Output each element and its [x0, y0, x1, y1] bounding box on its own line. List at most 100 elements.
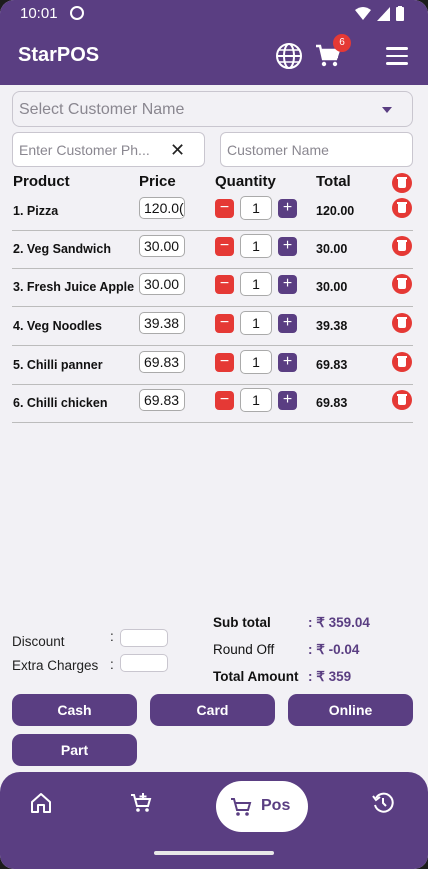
product-name: 4. Veg Noodles	[13, 319, 102, 333]
increment-button[interactable]: +	[278, 275, 297, 294]
history-icon[interactable]	[372, 792, 394, 814]
line-total: 30.00	[316, 242, 348, 256]
trash-icon	[392, 390, 412, 410]
cash-button[interactable]: Cash	[12, 694, 137, 726]
nav-pos-button[interactable]: Pos	[216, 781, 308, 832]
system-icons	[355, 6, 404, 21]
extra-charges-label: Extra Charges	[12, 658, 99, 673]
quantity-input[interactable]: 1	[240, 272, 272, 296]
delete-row-button[interactable]	[392, 198, 412, 218]
roundoff-label: Round Off	[213, 642, 275, 657]
total-amount-label: Total Amount	[213, 669, 299, 684]
decrement-button[interactable]: −	[215, 314, 234, 333]
quantity-input[interactable]: 1	[240, 196, 272, 220]
quantity-input[interactable]: 1	[240, 388, 272, 412]
increment-button[interactable]: +	[278, 314, 297, 333]
line-total: 69.83	[316, 396, 348, 410]
trash-icon	[392, 198, 412, 218]
line-total: 120.00	[316, 204, 355, 218]
clear-icon[interactable]: ✕	[170, 141, 185, 159]
product-name: 3. Fresh Juice Apple	[13, 280, 135, 294]
roundoff-value: : ₹ -0.04	[308, 642, 360, 657]
trash-icon	[392, 173, 412, 193]
price-input[interactable]: 30.00	[139, 273, 185, 295]
extra-charges-colon: :	[110, 657, 114, 672]
decrement-button[interactable]: −	[215, 237, 234, 256]
discount-input[interactable]	[120, 629, 168, 647]
increment-button[interactable]: +	[278, 237, 297, 256]
decrement-button[interactable]: −	[215, 199, 234, 218]
name-placeholder: Customer Name	[227, 142, 329, 158]
home-icon[interactable]	[30, 792, 52, 814]
decrement-button[interactable]: −	[215, 391, 234, 410]
discount-colon: :	[110, 629, 114, 644]
trash-icon	[392, 236, 412, 256]
notification-icon	[70, 6, 84, 20]
app-bar: StarPOS 6	[0, 30, 428, 85]
table-row: 4. Veg Noodles 39.38 −1 +39.38	[12, 308, 413, 346]
discount-label: Discount	[12, 634, 65, 649]
part-button[interactable]: Part	[12, 734, 137, 766]
delete-row-button[interactable]	[392, 274, 412, 294]
delete-row-button[interactable]	[392, 390, 412, 410]
header-total: Total	[316, 173, 351, 190]
delete-row-button[interactable]	[392, 236, 412, 256]
phone-placeholder: Enter Customer Ph...	[19, 142, 150, 158]
quantity-input[interactable]: 1	[240, 234, 272, 258]
battery-icon	[396, 6, 404, 21]
header-price: Price	[139, 173, 176, 190]
line-total: 30.00	[316, 280, 348, 294]
header-product: Product	[13, 173, 70, 190]
price-input[interactable]: 30.00	[139, 235, 185, 257]
wifi-icon	[355, 6, 371, 20]
table-row: 5. Chilli panner 69.83 −1 +69.83	[12, 347, 413, 385]
decrement-button[interactable]: −	[215, 353, 234, 372]
delete-row-button[interactable]	[392, 352, 412, 372]
increment-button[interactable]: +	[278, 199, 297, 218]
gesture-bar	[154, 851, 274, 855]
subtotal-label: Sub total	[213, 615, 271, 630]
dropdown-caret-icon	[382, 107, 392, 113]
table-row: 1. Pizza 120.0( −1 +120.00	[12, 193, 413, 231]
delete-all-button[interactable]	[392, 173, 412, 193]
line-total: 69.83	[316, 358, 348, 372]
online-button[interactable]: Online	[288, 694, 413, 726]
decrement-button[interactable]: −	[215, 275, 234, 294]
card-button[interactable]: Card	[150, 694, 275, 726]
product-name: 1. Pizza	[13, 204, 59, 218]
nav-pos-label: Pos	[261, 797, 291, 814]
signal-icon	[377, 6, 390, 21]
subtotal-value: : ₹ 359.04	[308, 615, 370, 630]
trash-icon	[392, 313, 412, 333]
delete-row-button[interactable]	[392, 313, 412, 333]
table-row: 6. Chilli chicken 69.83 −1 +69.83	[12, 385, 413, 423]
quantity-input[interactable]: 1	[240, 350, 272, 374]
table-row: 3. Fresh Juice Apple 30.00 −1 +30.00	[12, 269, 413, 307]
price-input[interactable]: 39.38	[139, 312, 185, 334]
total-amount-value: : ₹ 359	[308, 669, 352, 684]
product-name: 5. Chilli panner	[13, 358, 103, 372]
table-row: 2. Veg Sandwich 30.00 −1 +30.00	[12, 231, 413, 269]
price-input[interactable]: 69.83	[139, 389, 185, 411]
increment-button[interactable]: +	[278, 391, 297, 410]
price-input[interactable]: 120.0(	[139, 197, 185, 219]
trash-icon	[392, 352, 412, 372]
product-name: 6. Chilli chicken	[13, 396, 108, 410]
status-bar: 10:01	[0, 0, 428, 30]
customer-select-placeholder: Select Customer Name	[19, 101, 185, 118]
extra-charges-input[interactable]	[120, 654, 168, 672]
price-input[interactable]: 69.83	[139, 351, 185, 373]
header-quantity: Quantity	[215, 173, 276, 190]
app-screen: 10:01 StarPOS 6 Select Customer Name Ent…	[0, 0, 428, 869]
trash-icon	[392, 274, 412, 294]
app-title: StarPOS	[18, 44, 100, 66]
customer-select[interactable]: Select Customer Name	[12, 91, 413, 127]
globe-icon[interactable]	[275, 42, 303, 70]
status-time: 10:01	[20, 5, 58, 22]
increment-button[interactable]: +	[278, 353, 297, 372]
menu-icon[interactable]	[386, 47, 408, 70]
add-to-cart-icon[interactable]	[130, 792, 152, 814]
line-total: 39.38	[316, 319, 348, 333]
customer-name-input[interactable]: Customer Name	[220, 132, 413, 167]
quantity-input[interactable]: 1	[240, 311, 272, 335]
